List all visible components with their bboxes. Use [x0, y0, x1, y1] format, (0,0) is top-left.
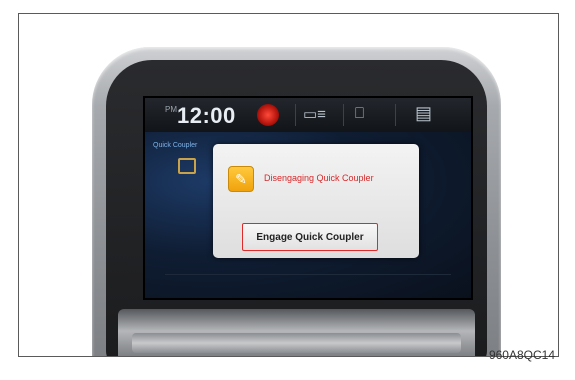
statusbar-divider — [295, 104, 296, 126]
clock: 12:00 — [177, 103, 236, 128]
dialog-message: Disengaging Quick Coupler — [264, 173, 374, 183]
engage-quick-coupler-button[interactable]: Engage Quick Coupler — [242, 223, 378, 251]
quick-coupler-icon: ✎ — [228, 166, 254, 192]
figure-frame: PM 12:00 ▭≡ ⎕ ▤ Quick Coupler ✎ Disengag… — [18, 13, 559, 357]
quick-coupler-tab[interactable]: Quick Coupler — [153, 142, 197, 149]
phone-icon[interactable]: ⎕ — [355, 105, 364, 123]
time-period: PM — [165, 105, 177, 114]
clipboard-icon[interactable]: ▤ — [415, 103, 432, 123]
figure-reference: 960A8QC14 — [488, 348, 555, 362]
quick-coupler-dialog: ✎ Disengaging Quick Coupler Engage Quick… — [213, 144, 419, 258]
statusbar-divider — [343, 104, 344, 126]
statusbar-divider — [395, 104, 396, 126]
lock-icon — [178, 158, 196, 174]
status-bar: PM 12:00 ▭≡ ⎕ ▤ — [145, 98, 471, 132]
bezel-lower-trim-2 — [132, 333, 461, 353]
alert-icon[interactable] — [257, 104, 279, 126]
camera-menu-icon[interactable]: ▭≡ — [303, 105, 326, 123]
bottom-grid — [165, 274, 451, 291]
